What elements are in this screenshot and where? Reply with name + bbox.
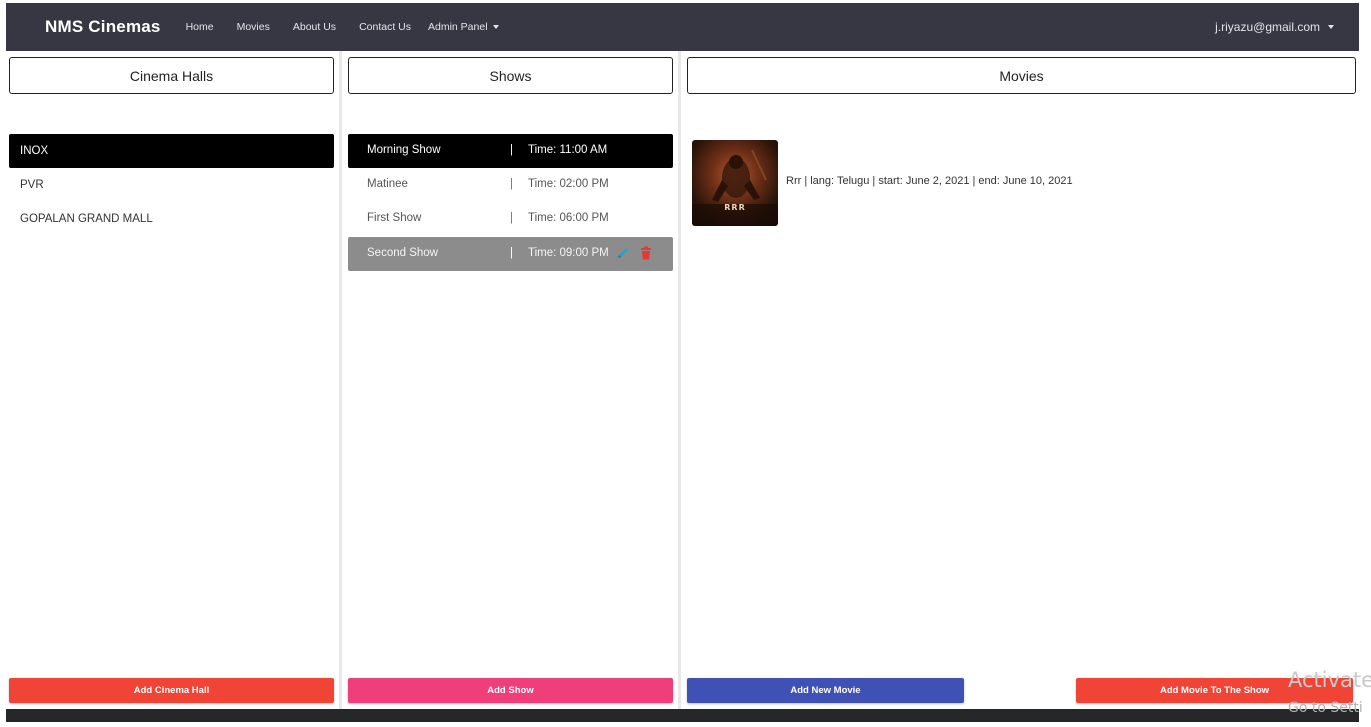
show-actions [616,246,652,263]
show-separator: | [510,178,513,190]
show-separator: | [510,247,513,259]
show-item-matinee[interactable]: Matinee | Time: 02:00 PM [348,168,673,202]
nav-contact-us[interactable]: Contact Us [359,21,411,33]
cinema-halls-header: Cinema Halls [9,57,334,94]
show-item-first-show[interactable]: First Show | Time: 06:00 PM [348,202,673,236]
show-item-morning-show[interactable]: Morning Show | Time: 11:00 AM [348,134,673,168]
footer-bar [6,709,1359,722]
chevron-down-icon [1328,25,1334,29]
edit-pencil-icon[interactable] [616,246,630,263]
admin-panel-label: Admin Panel [428,21,488,33]
shows-header: Shows [348,57,673,94]
movie-info-text[interactable]: Rrr | lang: Telugu | start: June 2, 2021… [786,175,1073,187]
nav-movies[interactable]: Movies [237,21,270,33]
user-email: j.riyazu@gmail.com [1215,20,1320,34]
column-divider [339,51,342,709]
show-name: First Show [367,212,422,224]
add-cinema-hall-button[interactable]: Add Cinema Hall [9,678,334,703]
movies-panel: Movies RRR Rrr | lang: Telugu | start: J… [684,51,1359,709]
delete-trash-icon[interactable] [640,246,652,263]
nav-admin-panel-dropdown[interactable]: Admin Panel [428,21,499,33]
hall-item-gopalan-grand-mall[interactable]: GOPALAN GRAND MALL [9,202,334,236]
movies-header: Movies [687,57,1356,94]
brand-logo[interactable]: NMS Cinemas [45,17,161,37]
show-time: Time: 02:00 PM [528,178,609,190]
activate-windows-subtext: Go to Setti [1288,700,1363,716]
movie-poster-image[interactable]: RRR [692,140,778,226]
hall-item-inox[interactable]: INOX [9,134,334,168]
activate-windows-watermark: Activate [1288,668,1371,692]
cinema-halls-panel: Cinema Halls INOX PVR GOPALAN GRAND MALL… [6,51,339,709]
nav-about-us[interactable]: About Us [293,21,336,33]
hall-item-pvr[interactable]: PVR [9,168,334,202]
show-name: Matinee [367,178,408,190]
show-name: Morning Show [367,144,441,156]
user-menu-dropdown[interactable]: j.riyazu@gmail.com [1215,20,1334,34]
show-separator: | [510,212,513,224]
chevron-down-icon [492,25,499,29]
show-separator: | [510,144,513,156]
add-new-movie-button[interactable]: Add New Movie [687,678,964,703]
navbar: NMS Cinemas Home Movies About Us Contact… [6,3,1359,51]
shows-panel: Shows Morning Show | Time: 11:00 AM Mati… [345,51,678,709]
show-name: Second Show [367,247,438,259]
show-time: Time: 11:00 AM [528,144,608,156]
column-divider [678,51,681,709]
poster-title-text: RRR [724,203,746,212]
nav-home[interactable]: Home [186,21,214,33]
show-item-second-show[interactable]: Second Show | Time: 09:00 PM [348,237,673,271]
add-show-button[interactable]: Add Show [348,678,673,703]
show-time: Time: 06:00 PM [528,212,609,224]
show-time: Time: 09:00 PM [528,247,609,259]
